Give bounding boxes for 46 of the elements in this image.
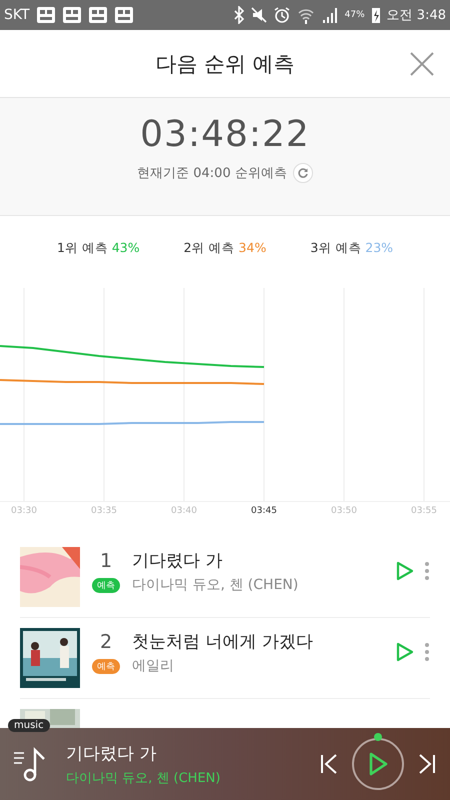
progress-handle[interactable] (374, 733, 382, 741)
signal-icon (320, 6, 339, 24)
legend-item: 2위 예측 34% (184, 240, 266, 256)
play-button[interactable] (396, 642, 414, 662)
battery-icon (370, 6, 381, 24)
mute-icon (250, 6, 267, 24)
rank-number: 1 (100, 549, 112, 574)
artist-name: 에일리 (132, 657, 175, 675)
carrier-name: SKT (4, 7, 30, 23)
song-title: 첫눈처럼 너에게 가겠다 (132, 631, 314, 654)
countdown-timer: 03:48:22 (140, 114, 310, 155)
now-playing-title: 기다렸다 가 (66, 742, 158, 764)
legend-item: 1위 예측 43% (56, 240, 140, 256)
song-title: 기다렸다 가 (132, 550, 224, 573)
alarm-icon (272, 6, 291, 24)
previous-button[interactable] (320, 753, 338, 775)
artist-name: 다이나믹 듀오, 첸 (CHEN) (132, 576, 300, 594)
rank-number: 2 (100, 630, 112, 655)
axis-label: 03:50 (331, 506, 357, 516)
notification-icon (88, 6, 108, 24)
refresh-icon (296, 167, 309, 179)
axis-label: 03:55 (411, 506, 437, 516)
play-icon (368, 752, 388, 776)
music-label: music (8, 719, 50, 732)
play-button[interactable] (352, 738, 404, 790)
axis-label: 03:35 (91, 506, 117, 516)
notification-icon (36, 6, 56, 24)
next-button[interactable] (418, 753, 436, 775)
battery-percent: 47% (344, 10, 365, 20)
prediction-tag: 예측 (92, 659, 120, 674)
play-button[interactable] (396, 561, 414, 581)
page-title: 다음 순위 예측 (155, 50, 295, 78)
axis-label: 03:40 (171, 506, 197, 516)
axis-label: 03:45 (251, 506, 277, 516)
legend-item: 3위 예측 23% (310, 240, 394, 256)
close-button[interactable] (408, 50, 436, 78)
clock-time: 오전 3:48 (386, 7, 446, 24)
prediction-caption: 현재기준 04:00 순위예측 (137, 165, 287, 182)
refresh-button[interactable] (292, 163, 313, 183)
notification-icon (114, 6, 134, 24)
axis-label: 03:30 (11, 506, 37, 516)
prediction-tag: 예측 (92, 578, 120, 593)
more-button[interactable] (424, 642, 430, 662)
now-playing-artist: 다이나믹 듀오, 첸 (CHEN) (66, 770, 222, 786)
more-button[interactable] (424, 561, 430, 581)
notification-icon (62, 6, 82, 24)
